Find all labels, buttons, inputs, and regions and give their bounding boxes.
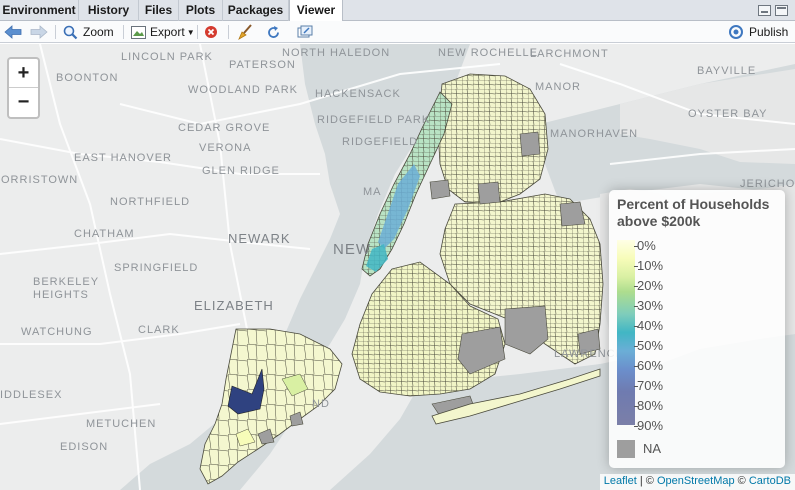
legend-na-swatch [617,440,635,458]
clear-viewer-button[interactable] [204,21,218,43]
place-label: ORRISTOWN [1,174,79,186]
toolbar-divider [55,25,56,39]
place-label: LARCHMONT [530,48,609,60]
legend-na-label: NA [643,441,662,456]
legend-title-line2: above $200k [617,213,701,229]
place-label: IDDLESEX [0,389,63,401]
viewer-pane: Environment History Files Plots Packages… [0,0,795,490]
place-label: EDISON [60,441,109,453]
place-label: MANOR [535,81,581,93]
chevron-down-icon: ▼ [186,27,195,37]
magnifier-icon [63,25,78,40]
cartodb-link[interactable]: CartoDB [749,475,791,487]
tab-files[interactable]: Files [139,0,179,21]
legend-tick-label: 50% [634,338,687,353]
leaflet-map[interactable]: LINCOLN PARK NORTH HALEDON NEW ROCHELLE … [0,44,795,490]
zoom-out-button[interactable]: − [9,88,38,117]
place-label: RIDGEFIELD PARK [317,114,431,126]
place-label: NEW [333,241,371,258]
zoom-label: Zoom [83,25,114,39]
new-window-icon [297,25,313,38]
place-label: EAST HANOVER [74,152,172,164]
place-label: MA [363,186,382,198]
refresh-button[interactable] [266,21,281,43]
maximize-pane-button[interactable] [775,5,788,16]
place-label: NORTH HALEDON [282,47,391,59]
place-label: WATCHUNG [21,326,93,338]
legend-tick-label: 80% [634,398,687,413]
place-label: NORTHFIELD [110,196,191,208]
remove-circle-icon [205,26,217,38]
place-label: JERICHO [740,178,795,190]
place-label: ELIZABETH [194,298,274,313]
place-label: SPRINGFIELD [114,262,199,274]
export-dropdown[interactable]: Export ▼ [131,21,195,43]
place-label: BERKELEY HEIGHTS [33,276,99,301]
tab-viewer[interactable]: Viewer [289,0,343,22]
legend-tick-label: 90% [634,418,687,433]
attribution-separator: © [734,475,749,487]
toolbar-divider [123,25,124,39]
place-label: GLEN RIDGE [202,165,280,177]
image-export-icon [131,25,146,39]
broom-icon [238,24,252,40]
zoom-control: + − [7,57,40,119]
place-label: PATERSON [229,59,296,71]
legend-tick-label: 70% [634,378,687,393]
place-label: NEW ROCHELLE [438,47,539,59]
legend-tick-label: 20% [634,278,687,293]
publish-label: Publish [749,25,789,39]
place-label: METUCHEN [86,418,157,430]
place-label: MANORHAVEN [550,128,639,140]
tab-environment[interactable]: Environment [0,0,79,21]
attribution-separator: | © [636,475,657,487]
map-attribution: Leaflet | © OpenStreetMap © CartoDB [599,474,795,490]
place-label: LINCOLN PARK [121,51,213,63]
leaflet-link[interactable]: Leaflet [604,475,637,487]
place-label: BAYVILLE [697,65,757,77]
pane-tab-bar: Environment History Files Plots Packages… [0,0,795,22]
legend-tick-label: 40% [634,318,687,333]
toolbar-divider [228,25,229,39]
toolbar-divider [197,25,198,39]
place-label: CEDAR GROVE [178,122,271,134]
refresh-icon [268,25,279,38]
place-label: RIDGEFIELD [342,136,419,148]
clear-all-button[interactable] [237,21,253,43]
viewer-toolbar: Zoom Export ▼ Publish [0,21,795,43]
open-in-window-button[interactable] [297,21,313,43]
legend-tick-label: 30% [634,298,687,313]
legend-tick-label: 60% [634,358,687,373]
place-label: WOODLAND PARK [188,84,298,96]
tab-plots[interactable]: Plots [179,0,223,21]
place-label: HACKENSACK [315,88,401,100]
zoom-button[interactable]: Zoom [62,21,114,43]
place-label: CHATHAM [74,228,135,240]
forward-button[interactable] [30,21,48,43]
arrow-left-icon [4,25,22,39]
place-label: ND [312,398,330,410]
publish-button[interactable]: Publish [728,21,788,43]
export-label: Export [150,25,185,39]
arrow-right-icon [30,25,48,39]
zoom-in-button[interactable]: + [9,59,38,88]
legend-color-ramp [617,240,635,425]
back-button[interactable] [4,21,22,43]
openstreetmap-link[interactable]: OpenStreetMap [657,475,735,487]
place-label: VERONA [199,142,252,154]
place-label: CLARK [138,324,180,336]
tab-history[interactable]: History [79,0,139,21]
place-label: OYSTER BAY [688,108,768,120]
minimize-pane-button[interactable] [758,5,771,16]
legend-tick-label: 10% [634,258,687,273]
map-legend: Percent of Households above $200k 0% 10%… [609,190,785,468]
legend-tick-label: 0% [634,238,687,253]
tab-packages[interactable]: Packages [223,0,289,21]
place-label: NEWARK [228,231,291,246]
place-label: BOONTON [56,72,119,84]
publish-icon [729,25,743,39]
legend-title-line1: Percent of Households [617,196,770,212]
